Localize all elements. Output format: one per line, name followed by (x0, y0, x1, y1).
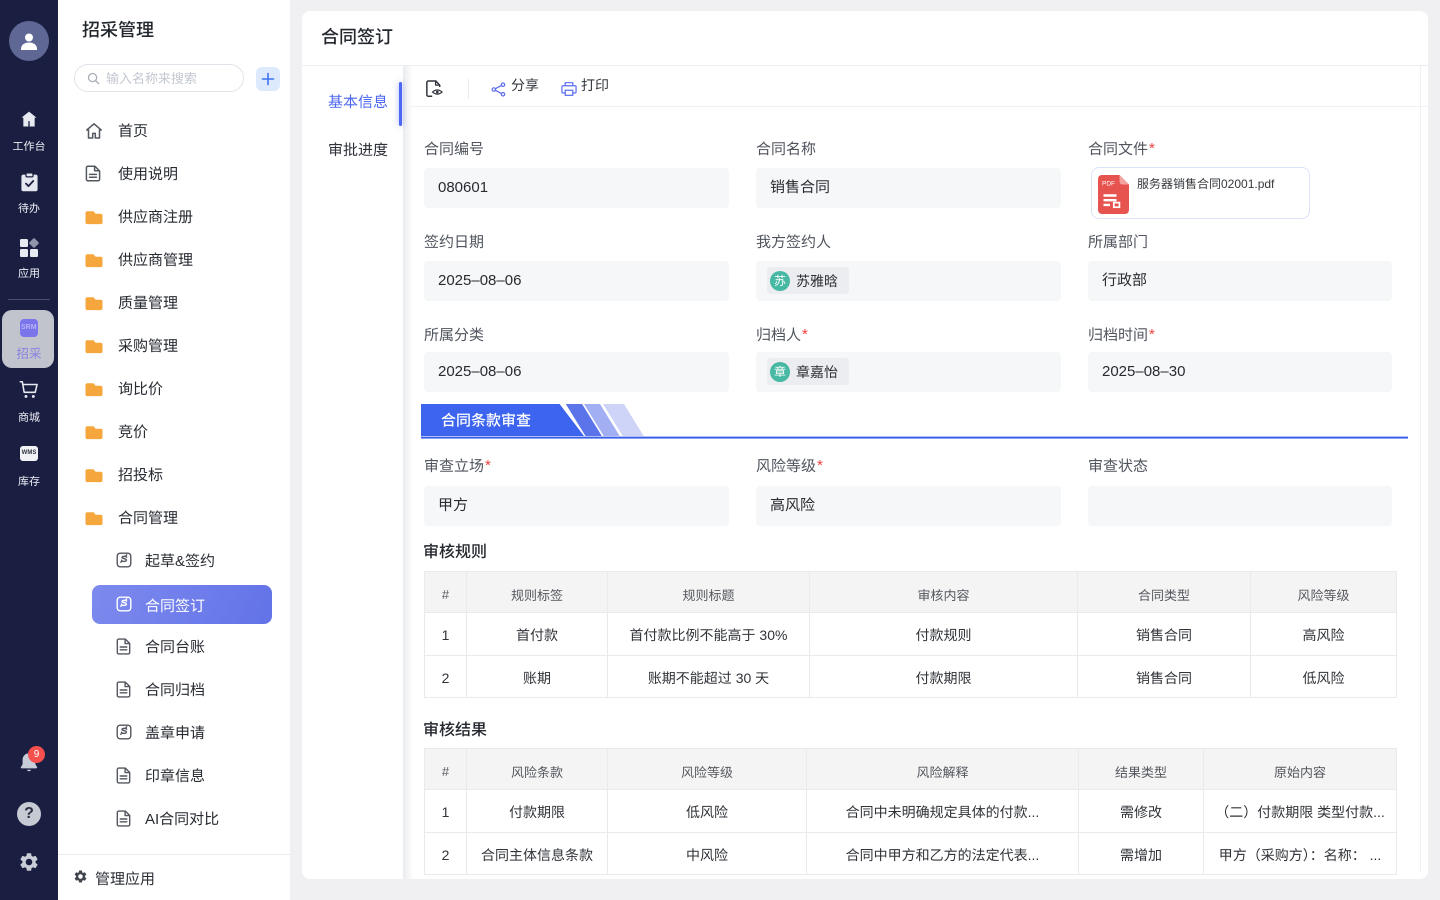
svg-text:合同条款审查: 合同条款审查 (441, 413, 531, 430)
svg-text:PDF: PDF (1102, 181, 1115, 188)
